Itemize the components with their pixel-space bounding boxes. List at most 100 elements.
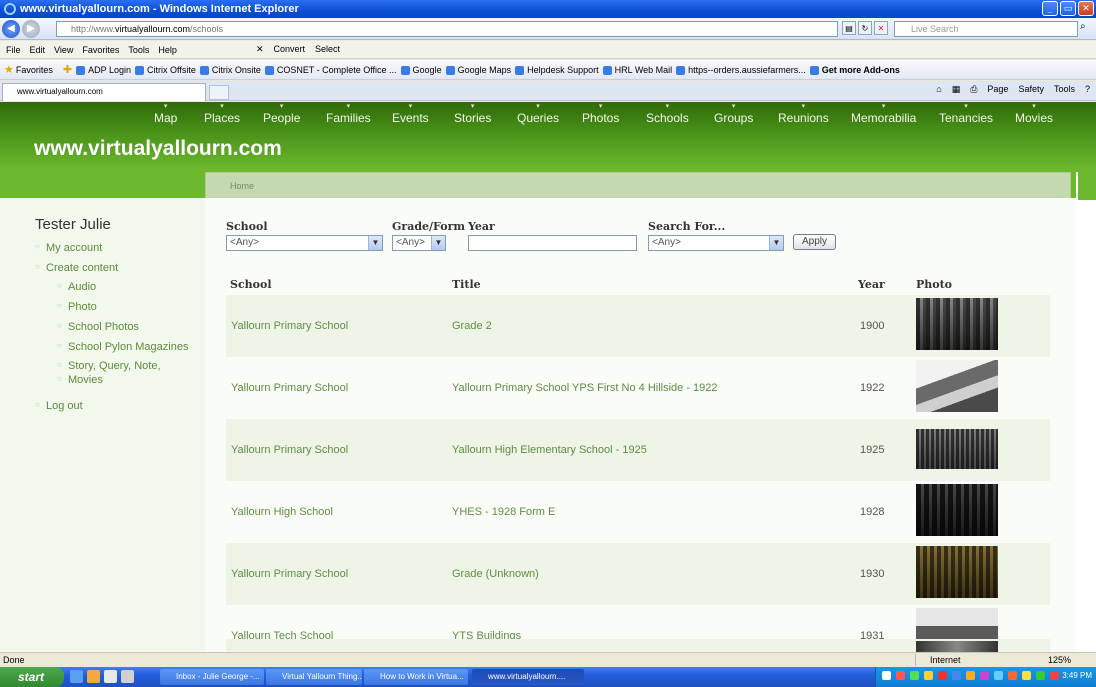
fav-hrl-web-mail[interactable]: HRL Web Mail <box>602 65 672 75</box>
school-link[interactable]: Yallourn Primary School <box>231 320 348 332</box>
title-link[interactable]: Yallourn High Elementary School - 1925 <box>452 444 647 456</box>
fav-google[interactable]: Google <box>400 65 442 75</box>
search-for-select[interactable]: <Any> ▼ <box>648 235 784 251</box>
nav-events[interactable]: Events <box>392 111 429 125</box>
fav-cosnet[interactable]: COSNET - Complete Office ... <box>264 65 397 75</box>
nav-queries[interactable]: Queries <box>517 111 559 125</box>
back-button[interactable]: ◀ <box>2 19 20 38</box>
close-button[interactable]: ✕ <box>1078 1 1094 16</box>
menu-edit[interactable]: Edit <box>30 45 46 55</box>
refresh-icon[interactable]: ↻ <box>858 21 872 35</box>
menu-help[interactable]: Help <box>158 45 177 55</box>
sidebar-item-my-account[interactable]: My account <box>35 242 102 254</box>
sidebar-item-school-photos[interactable]: School Photos <box>57 321 139 333</box>
sidebar-item-photo[interactable]: Photo <box>57 301 97 313</box>
fav-google-maps[interactable]: Google Maps <box>445 65 511 75</box>
tray-icon[interactable] <box>952 671 961 680</box>
tray-icon[interactable] <box>896 671 905 680</box>
tray-icon[interactable] <box>1022 671 1031 680</box>
nav-photos[interactable]: Photos <box>582 111 619 125</box>
sidebar-item-movies[interactable]: Movies <box>57 374 103 386</box>
title-link[interactable]: YHES - 1928 Form E <box>452 506 555 518</box>
title-link[interactable]: Yallourn Primary School YPS First No 4 H… <box>452 382 718 394</box>
school-link[interactable]: Yallourn Primary School <box>231 382 348 394</box>
task-inbox[interactable]: Inbox - Julie George -... <box>160 669 264 685</box>
home-icon[interactable]: ⌂ <box>936 84 941 95</box>
close-toolbar-icon[interactable]: ✕ <box>256 44 264 55</box>
title-link[interactable]: Grade (Unknown) <box>452 568 539 580</box>
nav-movies[interactable]: Movies <box>1015 111 1053 125</box>
search-icon[interactable]: ⌕ <box>1080 21 1094 37</box>
add-favorite-icon[interactable]: ✚ <box>63 63 72 76</box>
nav-schools[interactable]: Schools <box>646 111 689 125</box>
photo-thumbnail[interactable] <box>916 360 998 412</box>
sidebar-item-log-out[interactable]: Log out <box>35 400 83 412</box>
sidebar-item-school-pylon[interactable]: School Pylon Magazines <box>57 341 189 353</box>
tray-icon[interactable] <box>1050 671 1059 680</box>
nav-people[interactable]: People <box>263 111 300 125</box>
start-button[interactable]: start <box>0 667 64 687</box>
favorites-button[interactable]: Favorites <box>16 65 53 75</box>
site-title[interactable]: www.virtualyallourn.com <box>34 137 282 161</box>
help-icon[interactable]: ? <box>1085 84 1090 95</box>
page-menu[interactable]: Page <box>987 84 1008 95</box>
grade-select[interactable]: <Any> ▼ <box>392 235 446 251</box>
safety-menu[interactable]: Safety <box>1018 84 1044 95</box>
nav-stories[interactable]: Stories <box>454 111 491 125</box>
menu-file[interactable]: File <box>6 45 21 55</box>
tools-menu[interactable]: Tools <box>1054 84 1075 95</box>
nav-families[interactable]: Families <box>326 111 371 125</box>
photo-thumbnail[interactable] <box>916 429 998 469</box>
nav-groups[interactable]: Groups <box>714 111 753 125</box>
school-link[interactable]: Yallourn High School <box>231 506 333 518</box>
menu-favorites[interactable]: Favorites <box>82 45 119 55</box>
task-ie-window[interactable]: www.virtualyallourn.... <box>472 669 584 685</box>
select-button[interactable]: Select <box>315 44 340 55</box>
nav-reunions[interactable]: Reunions <box>778 111 829 125</box>
stop-icon[interactable]: ✕ <box>874 21 888 35</box>
sidebar-item-audio[interactable]: Audio <box>57 281 96 293</box>
year-input[interactable] <box>468 235 637 251</box>
school-link[interactable]: Yallourn Primary School <box>231 568 348 580</box>
feeds-icon[interactable]: ▦ <box>952 84 961 95</box>
fav-helpdesk[interactable]: Helpdesk Support <box>515 65 599 75</box>
tray-icon[interactable] <box>924 671 933 680</box>
fav-citrix-onsite[interactable]: Citrix Onsite <box>199 65 261 75</box>
apply-button[interactable]: Apply <box>793 234 836 250</box>
print-icon[interactable]: ⎙ <box>970 84 977 95</box>
zoom-level[interactable]: 125% <box>1048 655 1071 665</box>
task-how-to-work[interactable]: How to Work in Virtua... <box>364 669 468 685</box>
fav-get-more-addons[interactable]: Get more Add-ons <box>809 65 900 75</box>
tray-icon[interactable] <box>980 671 989 680</box>
photo-thumbnail[interactable] <box>916 546 998 598</box>
tray-icon[interactable] <box>1008 671 1017 680</box>
fav-aussiefarmers[interactable]: https--orders.aussiefarmers... <box>676 65 806 75</box>
tray-icon[interactable] <box>910 671 919 680</box>
tray-icon[interactable] <box>966 671 975 680</box>
sidebar-item-story-query[interactable]: Story, Query, Note, <box>57 360 160 372</box>
fav-adp-login[interactable]: ADP Login <box>76 65 131 75</box>
nav-tenancies[interactable]: Tenancies <box>939 111 993 125</box>
photo-thumbnail[interactable] <box>916 641 998 652</box>
nav-map[interactable]: Map <box>154 111 177 125</box>
minimize-button[interactable]: _ <box>1042 1 1058 16</box>
fav-citrix-offsite[interactable]: Citrix Offsite <box>134 65 196 75</box>
school-link[interactable]: Yallourn Primary School <box>231 444 348 456</box>
title-link[interactable]: Grade 2 <box>452 320 492 332</box>
ie-quick-icon[interactable] <box>70 670 83 683</box>
task-virtual-yallourn[interactable]: Virtual Yallourn Thing... <box>266 669 362 685</box>
forward-button[interactable]: ▶ <box>22 19 40 38</box>
tray-icon[interactable] <box>882 671 891 680</box>
address-input[interactable]: http://www.virtualyallourn.com/schools <box>56 21 838 37</box>
tab-virtualyallourn[interactable]: www.virtualyallourn.com <box>2 83 206 101</box>
nav-places[interactable]: Places <box>204 111 240 125</box>
compatibility-icon[interactable]: ▤ <box>842 21 856 35</box>
media-quick-icon[interactable] <box>104 670 117 683</box>
desktop-quick-icon[interactable] <box>121 670 134 683</box>
clock[interactable]: 3:49 PM <box>1062 671 1092 680</box>
tray-icon[interactable] <box>994 671 1003 680</box>
maximize-button[interactable]: ▭ <box>1060 1 1076 16</box>
nav-memorabilia[interactable]: Memorabilia <box>851 111 916 125</box>
convert-button[interactable]: Convert <box>273 44 305 55</box>
new-tab-button[interactable] <box>209 85 229 100</box>
